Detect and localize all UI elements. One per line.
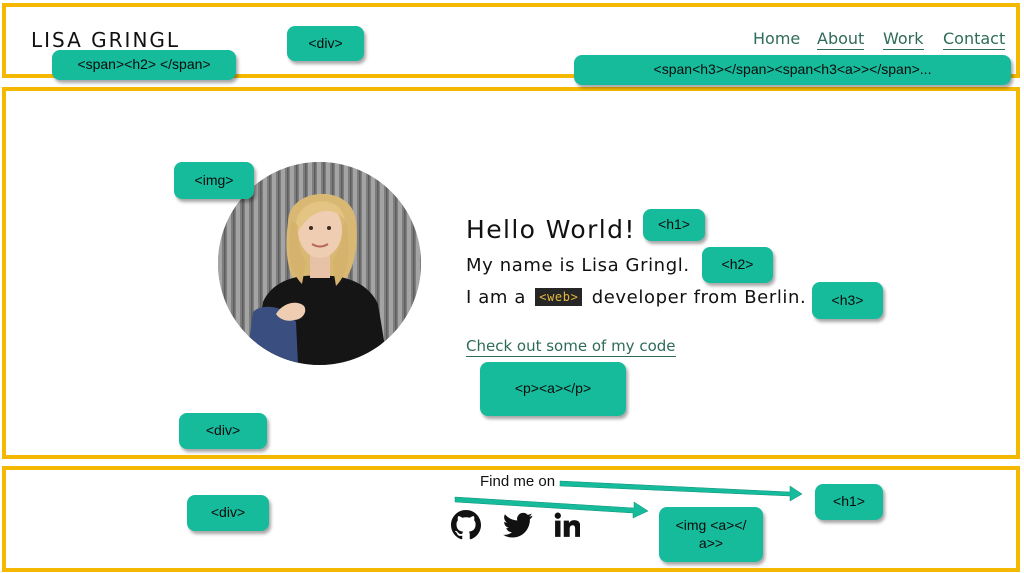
tag-img: <img> [174,162,254,199]
github-icon[interactable] [451,510,481,540]
hero-role: I am a <web> developer from Berlin. [466,287,806,308]
web-code-chip: <web> [535,288,583,306]
find-me-heading: Find me on [480,473,556,490]
tag-img-a-line2: a>> [698,534,724,551]
tag-footer-h1: <h1> [815,484,883,520]
nav-home-link[interactable]: Home [753,29,800,48]
tag-nav-spans: <span<h3></span><span<h3<a>></span>... [574,55,1011,85]
twitter-icon[interactable] [503,510,533,540]
code-link[interactable]: Check out some of my code [466,337,676,357]
hero-role-suffix: developer from Berlin. [591,287,807,308]
nav-contact-link[interactable]: Contact [943,29,1006,50]
nav-work-link[interactable]: Work [883,29,924,50]
tag-h2: <h2> [702,247,773,283]
tag-img-a: <img <a></ a>> [659,507,763,562]
site-brand[interactable]: LISA GRINGL [31,28,180,52]
tag-footer-div: <div> [187,495,269,531]
linkedin-icon[interactable] [554,510,584,540]
tag-img-a-line1: <img <a></ [675,517,747,533]
nav-about-link[interactable]: About [817,29,865,50]
tag-p-a: <p><a></p> [480,362,626,416]
tag-hero-div: <div> [179,413,267,449]
hero-role-prefix: I am a [466,287,526,308]
tag-h3: <h3> [812,282,883,319]
tag-h1: <h1> [643,209,705,241]
hero-greeting: Hello World! [466,215,636,244]
hero-name: My name is Lisa Gringl. [466,255,690,276]
tag-span-h2: <span><h2> </span> [52,50,236,80]
tag-header-div: <div> [287,26,364,61]
